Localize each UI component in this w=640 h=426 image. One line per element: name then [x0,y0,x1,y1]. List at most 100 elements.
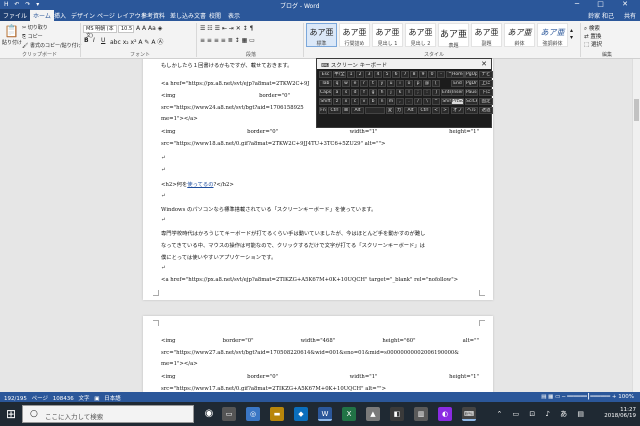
osk-key[interactable]: 2 [356,71,364,78]
explorer-icon[interactable]: ▬ [270,407,284,421]
ime-indicator[interactable]: あ [560,410,571,418]
underline-button[interactable]: U [101,37,105,44]
osk-side-key[interactable]: ナビ表示 [479,71,493,78]
osk-key[interactable]: n [378,98,386,105]
excel-icon[interactable]: X [342,407,356,421]
osk-side-key[interactable]: 上に表示 [479,80,493,87]
tab-references[interactable]: 参考資料 [141,11,165,20]
osk-key[interactable]: . [405,98,413,105]
osk-key[interactable]: Esc [319,71,332,78]
style-normal[interactable]: あア亜 標準 [306,23,337,47]
osk-key[interactable]: g [369,89,377,96]
osk-key[interactable] [365,107,385,114]
system-tray-icons[interactable]: ⌃ ▭ ⊡ ♪ あ ▤ [496,409,588,419]
osk-key[interactable]: k [396,89,404,96]
doc-line[interactable]: <img border="0" width="1" height="1" [161,129,479,135]
style-subtitle[interactable]: あア亜 副題 [471,23,502,47]
paste-button[interactable]: 貼り付け [2,39,22,46]
quick-access-toolbar[interactable]: H ↶ ↷ ▾ [4,1,41,8]
osk-key[interactable]: z [333,98,341,105]
osk-key[interactable]: Fn [319,107,327,114]
osk-key[interactable]: h [378,89,386,96]
app-icon[interactable]: ◐ [438,407,452,421]
osk-key[interactable]: ⊞ [342,107,350,114]
osk-key[interactable]: q [333,80,341,87]
list-icons[interactable]: ☰ ☷ ☰ ⇤ ⇥ ✕ ↕ ¶ [200,25,253,32]
screen-keyboard-window[interactable]: ⌨ スクリーン キーボード ✕ Esc半/全1234567890-^¥⌫Tabq… [316,58,493,128]
osk-key[interactable]: ] [432,89,440,96]
doc-line[interactable]: <img border="0" width="468" height="60" alt=… [161,338,479,344]
styles-more-icon[interactable]: ▴ ▾ [570,27,573,41]
view-buttons[interactable]: ▤ ▦ ▭ [541,394,560,400]
doc-line[interactable]: なってきている中、マウスの操作は可能なので、クリックするだけで文字が打てる「スク… [161,241,479,249]
osk-key[interactable]: y [378,80,386,87]
task-view-icon[interactable]: ▭ [222,407,236,421]
font-size-select[interactable]: 10.5 [118,25,134,33]
user-name[interactable]: 鈴家 和己 [588,11,614,20]
osk-side-key[interactable]: Insert [451,89,464,96]
format-painter-button[interactable]: 🖌 書式のコピー/貼り付け [22,42,82,49]
osk-key[interactable]: : [423,89,431,96]
osk-side-key[interactable]: 透過表示 [479,107,493,114]
style-intense-emphasis[interactable]: あア亜 強調斜体 [537,23,568,47]
doc-line[interactable]: Windows のパソコンなら標準搭載されている「スクリーンキーボード」を使って… [161,205,479,213]
osk-key[interactable]: 5 [383,71,391,78]
osk-key[interactable]: 8 [410,71,418,78]
scrollbar-thumb[interactable] [634,99,639,121]
doc-line[interactable]: src="https://www27.a8.net/svt/bgt?aid=17… [161,350,479,356]
osk-side-key[interactable]: Home [451,71,464,78]
font-effects-icon[interactable]: abc x₂ x² A ✎ A Ⓐ [110,37,163,46]
style-no-spacing[interactable]: あア亜 行間詰め [339,23,370,47]
osk-key[interactable]: a [333,89,341,96]
osk-key[interactable]: カナ [395,107,403,114]
app-icon[interactable]: ◆ [294,407,308,421]
osk-side-key[interactable]: Pause [465,89,478,96]
osk-key[interactable]: < [432,107,440,114]
tab-file[interactable]: ファイル [0,9,30,21]
doc-line-heading[interactable]: <h2>何を使ってるの?</h2> [161,180,479,188]
style-heading-2[interactable]: あア亜 見出し 2 [405,23,436,47]
doc-line[interactable]: <img border="0" width="1" height="1" [161,374,479,380]
font-grow-icon[interactable]: A A Aa ◈ [136,25,162,32]
copy-button[interactable]: ⎘ コピー [22,33,43,40]
osk-key[interactable]: o [405,80,413,87]
osk-key[interactable]: f [360,89,368,96]
osk-key[interactable]: \ [423,98,431,105]
italic-button[interactable]: I [93,37,95,44]
osk-side-key[interactable]: オプション [451,107,464,114]
osk-key[interactable]: t [369,80,377,87]
osk-side-key[interactable]: 下に表示 [479,89,493,96]
osk-key[interactable]: 半/全 [333,71,346,78]
osk-key[interactable]: r [360,80,368,87]
osk-key[interactable]: @ [423,80,431,87]
osk-key[interactable]: ^ [432,98,440,105]
osk-key[interactable]: 4 [374,71,382,78]
app-icon[interactable]: ◧ [390,407,404,421]
style-title[interactable]: あア亜 表題 [438,23,469,49]
osk-key[interactable]: Alt [404,107,417,114]
tab-view[interactable]: 表示 [228,11,240,20]
osk-key[interactable]: Alt [351,107,364,114]
osk-key[interactable]: Shift [319,98,332,105]
tab-home[interactable]: ホーム [30,10,54,21]
osk-side-key[interactable]: ScrLk [465,98,478,105]
osk-side-key[interactable]: PgDn [465,80,478,87]
osk-key[interactable]: p [414,80,422,87]
osk-key[interactable]: m [387,98,395,105]
tab-page-layout[interactable]: ページ レイアウト [97,11,147,20]
font-name-select[interactable]: MS 明朝 (本文) [83,25,117,39]
osk-key[interactable]: 1 [347,71,355,78]
doc-line[interactable]: 僕にとっては使いやすいアプリケーションです。 [161,253,479,261]
osk-key[interactable]: 3 [365,71,373,78]
app-icon[interactable]: ▲ [366,407,380,421]
osk-key[interactable]: , [396,98,404,105]
tab-review[interactable]: 校閲 [209,11,221,20]
document-page-2[interactable]: <img border="0" width="468" height="60" alt=… [143,316,493,392]
tab-design[interactable]: デザイン [71,11,95,20]
style-emphasis[interactable]: あア亜 斜体 [504,23,535,47]
osk-key[interactable]: 変換 [386,107,394,114]
doc-line[interactable]: me=1"></a> [161,361,479,367]
doc-line[interactable]: src="https://www18.a8.net/0.gif?a8mat=2T… [161,141,479,147]
chrome-icon[interactable]: ◎ [246,407,260,421]
osk-key[interactable]: / [414,98,422,105]
